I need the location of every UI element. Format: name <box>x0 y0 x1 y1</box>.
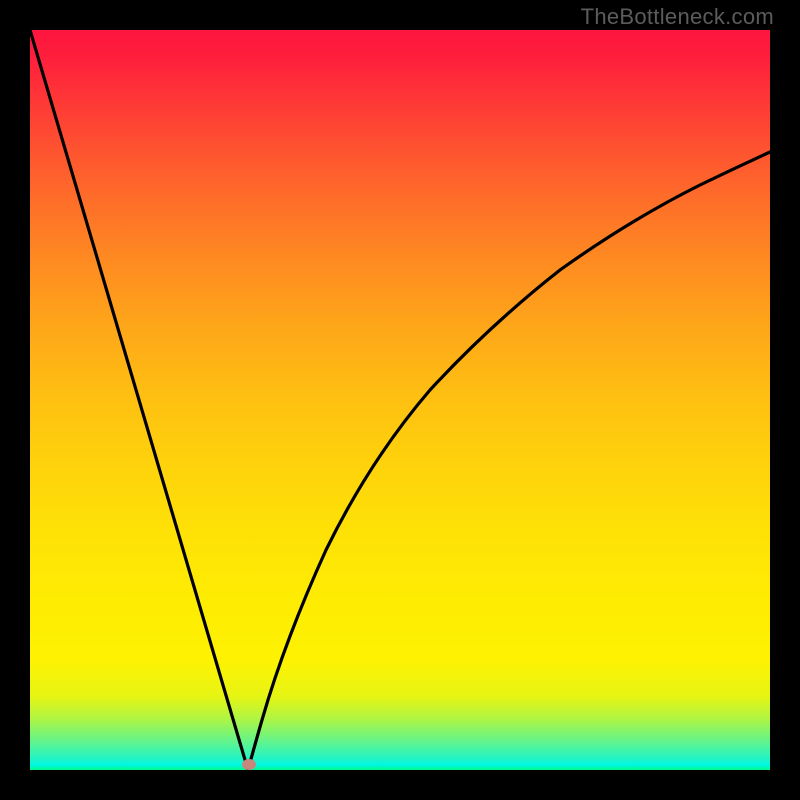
plot-area <box>30 30 770 770</box>
curve-svg <box>30 30 770 770</box>
bottleneck-curve <box>30 30 770 770</box>
minimum-marker <box>242 759 256 770</box>
chart-container: TheBottleneck.com <box>0 0 800 800</box>
watermark-text: TheBottleneck.com <box>581 4 774 30</box>
